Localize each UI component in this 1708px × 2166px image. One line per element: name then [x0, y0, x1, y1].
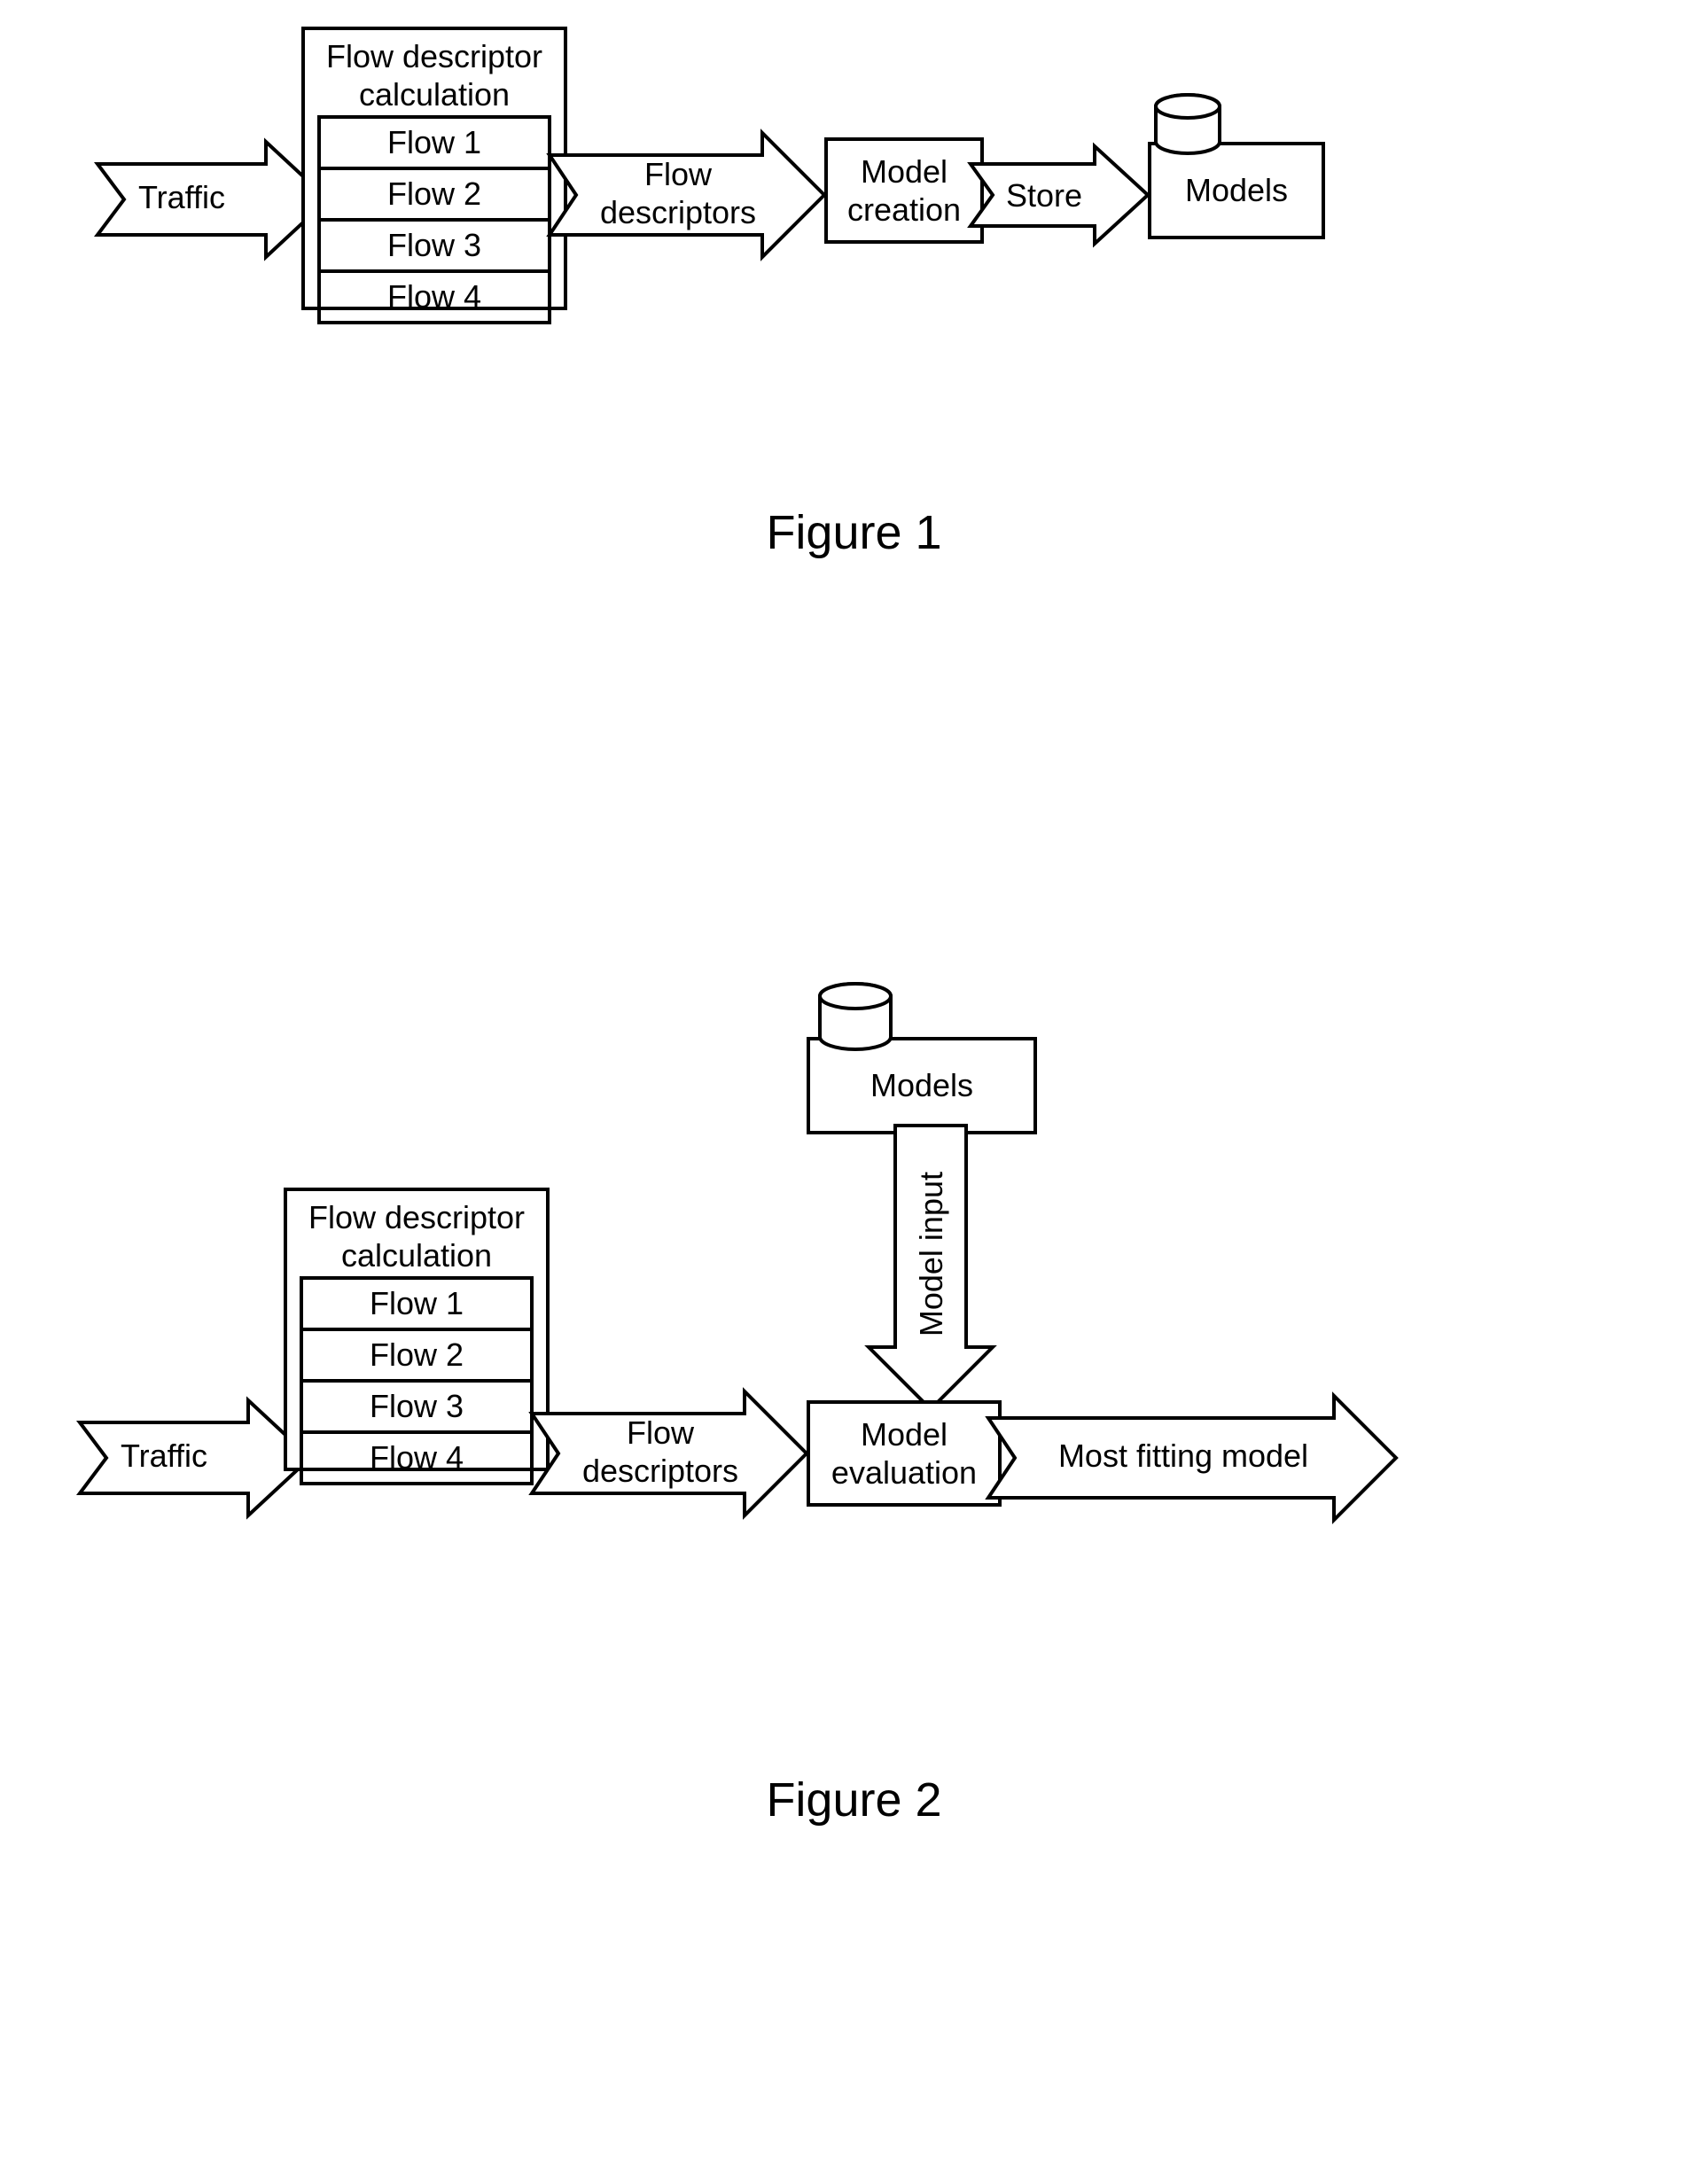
traffic-label-f1: Traffic [115, 179, 248, 216]
flow-desc-label-f2: Flowdescriptors [572, 1414, 749, 1490]
figure2-caption: Figure 2 [0, 1773, 1708, 1827]
flow-header-l2-f1: calculation [359, 76, 510, 113]
cylinder-icon-f1 [1152, 93, 1223, 168]
most-fitting-label-f2: Most fitting model [1028, 1438, 1338, 1475]
traffic-label-f2: Traffic [97, 1438, 230, 1475]
flow-desc-label-f1: Flowdescriptors [589, 155, 767, 231]
flow1-f2: Flow 1 [303, 1280, 530, 1328]
flow2-f2: Flow 2 [303, 1328, 530, 1379]
model-evaluation-box-f2: Model evaluation [807, 1400, 1002, 1507]
flow1-f1: Flow 1 [321, 119, 548, 167]
cylinder-icon-f2 [815, 982, 895, 1066]
flow-header-l2-f2: calculation [341, 1237, 492, 1274]
flow4-f1: Flow 4 [321, 269, 548, 321]
flow-header-l1-f2: Flow descriptor [308, 1199, 525, 1235]
store-label-f1: Store [991, 177, 1097, 214]
flow3-f1: Flow 3 [321, 218, 548, 269]
flow-header-l1-f1: Flow descriptor [326, 38, 542, 74]
flow2-f1: Flow 2 [321, 167, 548, 218]
model-input-label-f2: Model input [913, 1143, 950, 1365]
flow-descriptor-box-f1: Flow descriptor calculation Flow 1 Flow … [301, 27, 567, 310]
figure1-caption: Figure 1 [0, 505, 1708, 560]
flow-descriptor-box-f2: Flow descriptor calculation Flow 1 Flow … [284, 1188, 550, 1471]
flow3-f2: Flow 3 [303, 1379, 530, 1430]
flow4-f2: Flow 4 [303, 1430, 530, 1482]
model-creation-box-f1: Model creation [824, 137, 984, 244]
